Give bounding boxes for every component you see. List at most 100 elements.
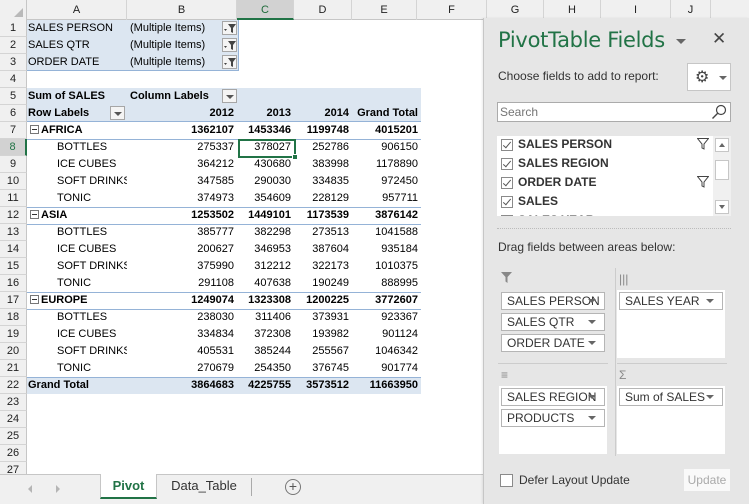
plus-circle-icon[interactable]: + <box>285 479 301 495</box>
row-header-22[interactable]: 22 <box>0 377 27 394</box>
product-row-label[interactable]: SOFT DRINKS <box>57 173 127 190</box>
field-checkbox[interactable] <box>501 215 513 216</box>
region-row-label[interactable]: EUROPE <box>30 292 127 309</box>
close-icon[interactable]: ✕ <box>712 29 726 49</box>
product-value[interactable]: 374973 <box>127 190 237 207</box>
row-header-3[interactable]: 3 <box>0 54 27 71</box>
region-total-value[interactable]: 1199748 <box>294 122 352 139</box>
scroll-tabs-right-icon[interactable] <box>56 485 60 493</box>
values-chip-sum-of-sales[interactable]: Sum of SALES <box>619 388 723 406</box>
product-value[interactable]: 347585 <box>127 173 237 190</box>
product-value[interactable]: 311406 <box>237 309 294 326</box>
rows-chip-products[interactable]: PRODUCTS <box>501 409 605 427</box>
filter-field-value[interactable]: (Multiple Items) <box>130 20 227 37</box>
row-header-19[interactable]: 19 <box>0 326 27 343</box>
field-item[interactable]: SALES REGION <box>497 155 712 174</box>
row-header-25[interactable]: 25 <box>0 428 27 445</box>
filters-chip-sales-qtr[interactable]: SALES QTR <box>501 313 605 331</box>
product-value[interactable]: 957711 <box>352 190 421 207</box>
product-value[interactable]: 275337 <box>127 139 237 156</box>
tab-pivot[interactable]: Pivot <box>100 474 157 499</box>
product-value[interactable]: 312212 <box>237 258 294 275</box>
pane-options-dropdown-icon[interactable] <box>676 39 686 44</box>
column-header-f[interactable]: F <box>417 0 487 20</box>
collapse-icon[interactable] <box>30 209 39 219</box>
region-total-value[interactable]: 1253502 <box>127 207 237 224</box>
grand-total-row-label[interactable]: Grand Total <box>28 377 127 394</box>
field-search-input[interactable] <box>500 104 700 120</box>
product-value[interactable]: 193982 <box>294 326 352 343</box>
product-row-label[interactable]: TONIC <box>57 360 127 377</box>
product-row-label[interactable]: BOTTLES <box>57 139 127 156</box>
row-header-20[interactable]: 20 <box>0 343 27 360</box>
row-header-8[interactable]: 8 <box>0 139 27 156</box>
filter-dropdown-button[interactable] <box>222 21 237 35</box>
product-value[interactable]: 200627 <box>127 241 237 258</box>
update-button[interactable]: Update <box>684 469 730 491</box>
row-header-2[interactable]: 2 <box>0 37 27 54</box>
row-header-26[interactable]: 26 <box>0 445 27 462</box>
values-label[interactable]: Sum of SALES <box>28 88 127 105</box>
year-header-2013[interactable]: 2013 <box>237 105 294 122</box>
scroll-thumb[interactable] <box>715 160 729 180</box>
filter-dropdown-button[interactable] <box>222 55 237 69</box>
row-header-9[interactable]: 9 <box>0 156 27 173</box>
product-value[interactable]: 901124 <box>352 326 421 343</box>
product-value[interactable]: 290030 <box>237 173 294 190</box>
product-row-label[interactable]: ICE CUBES <box>57 326 127 343</box>
filter-dropdown-button[interactable] <box>222 38 237 52</box>
product-value[interactable]: 376745 <box>294 360 352 377</box>
product-row-label[interactable]: ICE CUBES <box>57 241 127 258</box>
field-checkbox[interactable] <box>501 177 513 189</box>
product-value[interactable]: 364212 <box>127 156 237 173</box>
region-total-value[interactable]: 1249074 <box>127 292 237 309</box>
scroll-tabs-left-icon[interactable] <box>28 485 32 493</box>
row-header-12[interactable]: 12 <box>0 207 27 224</box>
product-row-label[interactable]: TONIC <box>57 275 127 292</box>
field-checkbox[interactable] <box>501 196 513 208</box>
filter-field-value[interactable]: (Multiple Items) <box>130 37 227 54</box>
region-total-value[interactable]: 1323308 <box>237 292 294 309</box>
filter-field-value[interactable]: (Multiple Items) <box>130 54 227 71</box>
product-value[interactable]: 387604 <box>294 241 352 258</box>
product-row-label[interactable]: TONIC <box>57 190 127 207</box>
product-value[interactable]: 238030 <box>127 309 237 326</box>
grand-total-header[interactable]: Grand Total <box>352 105 421 122</box>
region-total-value[interactable]: 3876142 <box>352 207 421 224</box>
rows-chip-sales-region[interactable]: SALES REGION <box>501 388 605 406</box>
column-header-b[interactable]: B <box>127 0 237 20</box>
tab-data-table[interactable]: Data_Table <box>158 474 250 499</box>
filter-field-label[interactable]: SALES PERSON <box>28 20 127 37</box>
year-header-2014[interactable]: 2014 <box>294 105 352 122</box>
field-search[interactable] <box>497 102 731 122</box>
row-header-10[interactable]: 10 <box>0 173 27 190</box>
year-header-2012[interactable]: 2012 <box>127 105 237 122</box>
field-item[interactable]: SALES PERSON <box>497 136 712 155</box>
filter-field-label[interactable]: SALES QTR <box>28 37 127 54</box>
product-value[interactable]: 255567 <box>294 343 352 360</box>
product-value[interactable]: 383998 <box>294 156 352 173</box>
defer-layout-checkbox[interactable] <box>500 474 513 487</box>
columns-chip-sales-year[interactable]: SALES YEAR <box>619 292 723 310</box>
column-header-h[interactable]: H <box>544 0 601 20</box>
product-row-label[interactable]: SOFT DRINKS <box>57 258 127 275</box>
product-value[interactable]: 901774 <box>352 360 421 377</box>
field-item[interactable]: ORDER DATE <box>497 174 712 193</box>
column-labels-header[interactable]: Column Labels <box>130 88 230 105</box>
column-header-a[interactable]: A <box>27 0 127 20</box>
scroll-down-icon[interactable] <box>715 200 729 214</box>
filters-chip-order-date[interactable]: ORDER DATE <box>501 334 605 352</box>
column-header-c[interactable]: C <box>237 0 294 20</box>
field-checkbox[interactable] <box>501 158 513 170</box>
row-header-7[interactable]: 7 <box>0 122 27 139</box>
product-value[interactable]: 1046342 <box>352 343 421 360</box>
product-value[interactable]: 430680 <box>237 156 294 173</box>
column-header-i[interactable]: I <box>601 0 671 20</box>
product-value[interactable]: 972450 <box>352 173 421 190</box>
product-value[interactable]: 291108 <box>127 275 237 292</box>
row-header-24[interactable]: 24 <box>0 411 27 428</box>
region-row-label[interactable]: AFRICA <box>30 122 127 139</box>
product-value[interactable]: 372308 <box>237 326 294 343</box>
product-value[interactable]: 935184 <box>352 241 421 258</box>
grand-total-value[interactable]: 3573512 <box>294 377 352 394</box>
